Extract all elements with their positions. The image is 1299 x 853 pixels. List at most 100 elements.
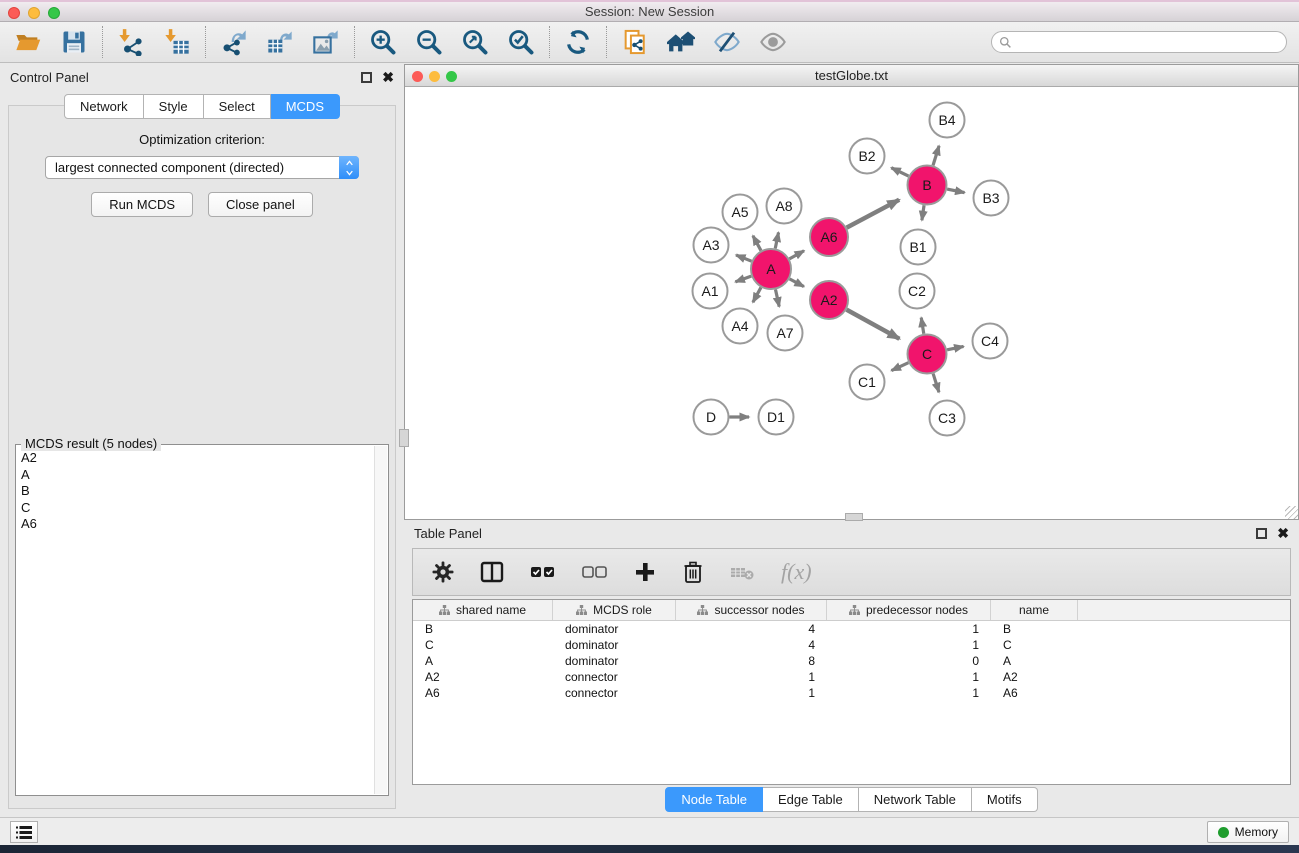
table-cell[interactable]: A2 [413, 670, 553, 684]
table-cell[interactable]: 4 [676, 638, 827, 652]
graph-node-A2[interactable]: A2 [810, 281, 848, 319]
edge-B-B4[interactable] [933, 146, 939, 166]
edge-A-A2[interactable] [790, 279, 804, 287]
graph-node-A4[interactable]: A4 [723, 309, 758, 344]
criterion-select[interactable]: largest connected component (directed) [45, 156, 359, 179]
edge-A2-C[interactable] [847, 310, 900, 339]
network-canvas[interactable]: AA1A2A3A4A5A6A7A8BB1B2B3B4CC1C2C3C4DD1 [405, 87, 1298, 519]
import-network-icon[interactable] [117, 28, 145, 56]
close-frame-button[interactable] [412, 71, 423, 82]
edge-A-A7[interactable] [775, 290, 779, 307]
close-window-button[interactable] [8, 7, 20, 19]
table-cell[interactable]: A [991, 654, 1078, 668]
edge-B-B1[interactable] [922, 205, 924, 220]
graph-node-C1[interactable]: C1 [850, 365, 885, 400]
column-header-successor-nodes[interactable]: successor nodes [676, 600, 827, 620]
graph-node-B1[interactable]: B1 [901, 230, 936, 265]
edge-A-A1[interactable] [735, 276, 751, 282]
table-cell[interactable]: 8 [676, 654, 827, 668]
edge-A-A3[interactable] [736, 255, 751, 261]
minimize-window-button[interactable] [28, 7, 40, 19]
table-row[interactable]: Bdominator41B [413, 621, 1290, 637]
table-cell[interactable]: connector [553, 686, 676, 700]
tab-network[interactable]: Network [64, 94, 144, 119]
export-network-icon[interactable] [220, 28, 248, 56]
graph-node-A6[interactable]: A6 [810, 218, 848, 256]
graph-node-A[interactable]: A [751, 249, 791, 289]
graph-node-D1[interactable]: D1 [759, 400, 794, 435]
edge-C-C1[interactable] [891, 363, 908, 371]
table-cell[interactable]: A6 [413, 686, 553, 700]
zoom-selected-icon[interactable] [507, 28, 535, 56]
columns-icon[interactable] [479, 559, 505, 585]
minimize-frame-button[interactable] [429, 71, 440, 82]
table-row[interactable]: Adominator80A [413, 653, 1290, 669]
edge-A-A5[interactable] [753, 236, 761, 251]
graph-node-D[interactable]: D [694, 400, 729, 435]
hide-panels-icon[interactable] [713, 28, 741, 56]
tab-motifs[interactable]: Motifs [972, 787, 1038, 812]
graph-node-C[interactable]: C [908, 335, 947, 374]
save-session-icon[interactable] [60, 28, 88, 56]
mcds-result-list[interactable]: A2ABCA6 [18, 450, 372, 793]
table-cell[interactable]: 1 [827, 670, 991, 684]
table-cell[interactable]: dominator [553, 622, 676, 636]
edge-B-B2[interactable] [891, 168, 908, 176]
table-cell[interactable]: B [991, 622, 1078, 636]
column-header-MCDS-role[interactable]: MCDS role [553, 600, 676, 620]
edge-A6-B[interactable] [847, 200, 900, 228]
table-cell[interactable]: 1 [676, 670, 827, 684]
table-cell[interactable]: 1 [827, 638, 991, 652]
home-icon[interactable] [667, 28, 695, 56]
graph-node-B2[interactable]: B2 [850, 139, 885, 174]
zoom-in-icon[interactable] [369, 28, 397, 56]
table-cell[interactable]: connector [553, 670, 676, 684]
graph-node-C2[interactable]: C2 [900, 274, 935, 309]
close-panel-button[interactable]: ✖ [382, 72, 394, 83]
graph-node-B4[interactable]: B4 [930, 103, 965, 138]
edge-B-B3[interactable] [947, 189, 964, 193]
horizontal-splitter-handle[interactable] [845, 513, 863, 521]
table-row[interactable]: Cdominator41C [413, 637, 1290, 653]
delete-column-icon[interactable] [681, 559, 705, 585]
maximize-frame-button[interactable] [446, 71, 457, 82]
column-header-predecessor-nodes[interactable]: predecessor nodes [827, 600, 991, 620]
graph-node-C3[interactable]: C3 [930, 401, 965, 436]
close-table-panel-button[interactable]: ✖ [1277, 528, 1289, 539]
zoom-out-icon[interactable] [415, 28, 443, 56]
table-cell[interactable]: 4 [676, 622, 827, 636]
table-cell[interactable]: 1 [827, 622, 991, 636]
table-cell[interactable]: 1 [827, 686, 991, 700]
frame-resize-grip[interactable] [1285, 506, 1298, 519]
edge-A-A6[interactable] [789, 251, 804, 259]
graph-node-A1[interactable]: A1 [693, 274, 728, 309]
table-cell[interactable]: A2 [991, 670, 1078, 684]
mcds-result-item[interactable]: A2 [21, 450, 372, 467]
edge-A-A4[interactable] [753, 287, 761, 302]
deselect-all-icon[interactable] [581, 559, 609, 585]
table-cell[interactable]: C [413, 638, 553, 652]
tab-network-table[interactable]: Network Table [859, 787, 972, 812]
table-cell[interactable]: A6 [991, 686, 1078, 700]
edge-A-A8[interactable] [775, 232, 778, 248]
tab-select[interactable]: Select [204, 94, 271, 119]
table-cell[interactable]: A [413, 654, 553, 668]
gear-icon[interactable] [431, 559, 455, 585]
network-frame-titlebar[interactable]: testGlobe.txt [405, 65, 1298, 87]
graph-node-C4[interactable]: C4 [973, 324, 1008, 359]
graph-node-A7[interactable]: A7 [768, 316, 803, 351]
select-all-icon[interactable] [529, 559, 557, 585]
show-panels-icon[interactable] [759, 28, 787, 56]
vertical-splitter-handle[interactable] [399, 429, 409, 447]
table-cell[interactable]: dominator [553, 638, 676, 652]
import-table-icon[interactable] [163, 28, 191, 56]
table-cell[interactable]: 1 [676, 686, 827, 700]
edge-C-C3[interactable] [933, 374, 939, 393]
table-cell[interactable]: B [413, 622, 553, 636]
export-image-icon[interactable] [312, 28, 340, 56]
graph-node-A8[interactable]: A8 [767, 189, 802, 224]
run-mcds-button[interactable]: Run MCDS [91, 192, 193, 217]
zoom-fit-icon[interactable] [461, 28, 489, 56]
network-graph[interactable]: AA1A2A3A4A5A6A7A8BB1B2B3B4CC1C2C3C4DD1 [405, 87, 1298, 519]
tab-mcds[interactable]: MCDS [271, 94, 340, 119]
